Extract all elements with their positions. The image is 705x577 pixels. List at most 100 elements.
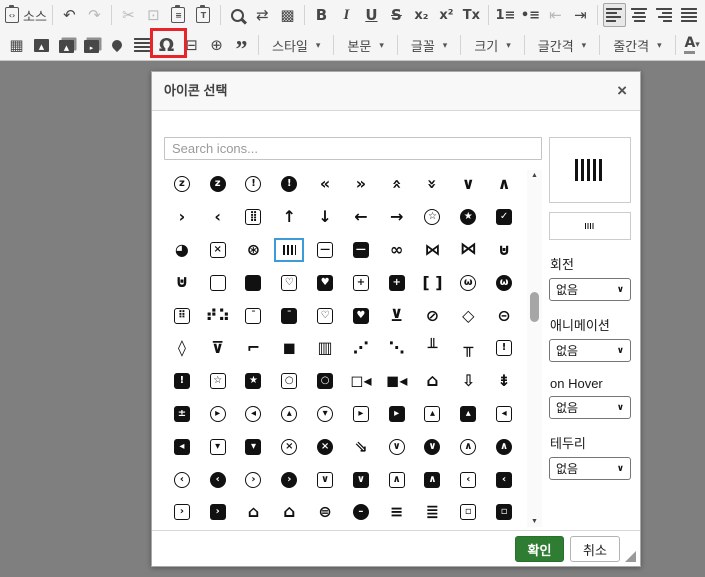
iframe-button[interactable]: ⊕ — [205, 33, 228, 57]
icon-book-medical[interactable]: + — [343, 266, 379, 299]
icon-chart-line-down[interactable]: ⇘ — [343, 430, 379, 463]
text-color-button[interactable]: A ▾ — [681, 33, 704, 57]
icon-caret-square-down-solid[interactable]: ▾ — [236, 430, 272, 463]
numbered-list-button[interactable]: 1≡ — [494, 3, 517, 27]
icon-blanket-solid[interactable]: — — [343, 234, 379, 267]
icon-drum[interactable]: ⊜ — [307, 496, 343, 529]
icon-headboard[interactable]: ▥ — [307, 332, 343, 365]
icon-browser[interactable]: ¯ — [236, 299, 272, 332]
image-button[interactable]: ▲ — [30, 33, 53, 57]
source-button[interactable]: ‹› 소스 — [5, 3, 47, 27]
icon-award-solid[interactable]: ★ — [450, 201, 486, 234]
icon-angle-double-left[interactable]: « — [307, 168, 343, 201]
icon-basketball[interactable]: ⊛ — [236, 234, 272, 267]
rotation-select[interactable]: 없음 ∨ — [549, 278, 631, 301]
icon-database[interactable]: ≡ — [379, 496, 415, 529]
icon-chevron-circle-right-solid[interactable]: › — [271, 463, 307, 496]
icon-award[interactable]: ☆ — [415, 201, 451, 234]
align-center-button[interactable] — [628, 3, 651, 27]
font-dropdown[interactable]: 글꼴 ▾ — [402, 36, 456, 55]
icon-blanket[interactable]: — — [307, 234, 343, 267]
icon-cart-arrow-down[interactable]: ⇩ — [450, 365, 486, 398]
bold-button[interactable]: B — [310, 3, 333, 27]
icon-angle-left[interactable]: ‹ — [200, 201, 236, 234]
border-select[interactable]: 없음 ∨ — [549, 457, 631, 480]
icon-database-solid[interactable]: ≣ — [415, 496, 451, 529]
scroll-up-icon[interactable]: ▲ — [527, 170, 542, 181]
line-height-dropdown[interactable]: 줄간격 ▾ — [604, 36, 670, 55]
icon-chevron-square-up[interactable]: ∧ — [379, 463, 415, 496]
icon-arrow-left[interactable]: ← — [343, 201, 379, 234]
icon-backpack[interactable]: ⌂ — [415, 365, 451, 398]
blockquote-button[interactable]: ” — [230, 33, 253, 61]
icon-alarm-exclamation[interactable]: ! — [236, 168, 272, 201]
icon-webcam-solid[interactable]: ○ — [307, 365, 343, 398]
scroll-down-icon[interactable]: ▼ — [527, 516, 542, 527]
redo-button[interactable]: ↷ — [83, 3, 106, 27]
bulleted-list-button[interactable]: •≡ — [519, 3, 542, 27]
subscript-button[interactable]: x₂ — [410, 3, 433, 27]
superscript-button[interactable]: x² — [435, 3, 458, 27]
icon-angle-double-right[interactable]: » — [343, 168, 379, 201]
paste-button[interactable]: ≡ — [167, 3, 190, 27]
icon-brain-solid[interactable]: ω — [486, 266, 522, 299]
icon-bone[interactable]: ⋈ — [415, 234, 451, 267]
icon-chevron-square-left-solid[interactable]: ‹ — [486, 463, 522, 496]
icon-clone-solid[interactable]: ▫ — [486, 496, 522, 529]
icon-chevron-square-right-solid[interactable]: › — [200, 496, 236, 529]
icon-binoculars[interactable]: ∞ — [379, 234, 415, 267]
icon-chevron-circle-right[interactable]: › — [236, 463, 272, 496]
icon-calendar-heart[interactable]: ♡ — [307, 299, 343, 332]
icon-angle-up[interactable]: ∧ — [486, 168, 522, 201]
table-button[interactable]: ▦ — [5, 33, 28, 57]
icon-glass-citrus[interactable]: ⊻ — [379, 299, 415, 332]
icon-church-solid[interactable]: ⌂ — [271, 496, 307, 529]
icon-book-solid[interactable] — [236, 266, 272, 299]
outdent-button[interactable]: ⇤ — [544, 3, 567, 27]
icon-network-nodes-solid[interactable]: ╥ — [450, 332, 486, 365]
cut-button[interactable]: ✂ — [117, 3, 140, 27]
icon-capsule[interactable]: ⊝ — [486, 299, 522, 332]
icon-barcode-read[interactable] — [271, 234, 307, 267]
grid-scrollbar[interactable]: ▲ ▼ — [527, 170, 542, 527]
icon-cctv-solid[interactable]: ◼ — [271, 332, 307, 365]
icon-arrow-up[interactable]: ↑ — [271, 201, 307, 234]
icon-caret-square-up[interactable]: ▴ — [415, 398, 451, 431]
find-button[interactable] — [226, 3, 249, 27]
icon-search-input[interactable] — [164, 137, 542, 160]
icon-church[interactable]: ⌂ — [236, 496, 272, 529]
icon-camera-movie[interactable]: ◻◂ — [343, 365, 379, 398]
icon-caret-circle-right[interactable]: ▸ — [200, 398, 236, 431]
confirm-button[interactable]: 확인 — [515, 536, 564, 562]
icon-braille-dots[interactable]: ⠞⠵ — [200, 299, 236, 332]
icon-book-medical-solid[interactable]: + — [379, 266, 415, 299]
justify-button[interactable] — [678, 3, 701, 27]
icon-calendar-star-solid[interactable]: ★ — [236, 365, 272, 398]
icon-brain[interactable]: ω — [450, 266, 486, 299]
icon-camera-movie-solid[interactable]: ◼◂ — [379, 365, 415, 398]
icon-calendar-star[interactable]: ☆ — [200, 365, 236, 398]
icon-cone[interactable]: ◇ — [450, 299, 486, 332]
icon-arrow-down[interactable]: ↓ — [307, 201, 343, 234]
icon-flask[interactable]: ⊍ — [486, 234, 522, 267]
icon-shield-x-solid[interactable]: × — [307, 430, 343, 463]
icon-car-battery[interactable]: ± — [164, 398, 200, 431]
icon-chevron-square-left[interactable]: ‹ — [450, 463, 486, 496]
icon-alarm-exclamation-solid[interactable]: ! — [271, 168, 307, 201]
replace-button[interactable]: ⇄ — [251, 3, 274, 27]
remove-format-button[interactable]: Tx — [460, 3, 483, 27]
close-icon[interactable]: × — [617, 81, 627, 101]
icon-network-nodes[interactable]: ╨ — [415, 332, 451, 365]
icon-caret-square-right[interactable]: ▸ — [343, 398, 379, 431]
underline-button[interactable]: U — [360, 3, 383, 27]
icon-eraser[interactable]: ◊ — [164, 332, 200, 365]
icon-ball-pile[interactable]: ◕ — [164, 234, 200, 267]
video-button[interactable]: ▸ — [80, 33, 103, 57]
icon-braille[interactable]: ⠿ — [164, 299, 200, 332]
icon-shield-x[interactable]: × — [271, 430, 307, 463]
icon-chevron-circle-left[interactable]: ‹ — [164, 463, 200, 496]
map-pin-button[interactable] — [105, 33, 128, 57]
icon-cctv[interactable]: ⌐ — [236, 332, 272, 365]
icon-chevron-circle-left-solid[interactable]: ‹ — [200, 463, 236, 496]
icon-clone[interactable]: ▫ — [450, 496, 486, 529]
